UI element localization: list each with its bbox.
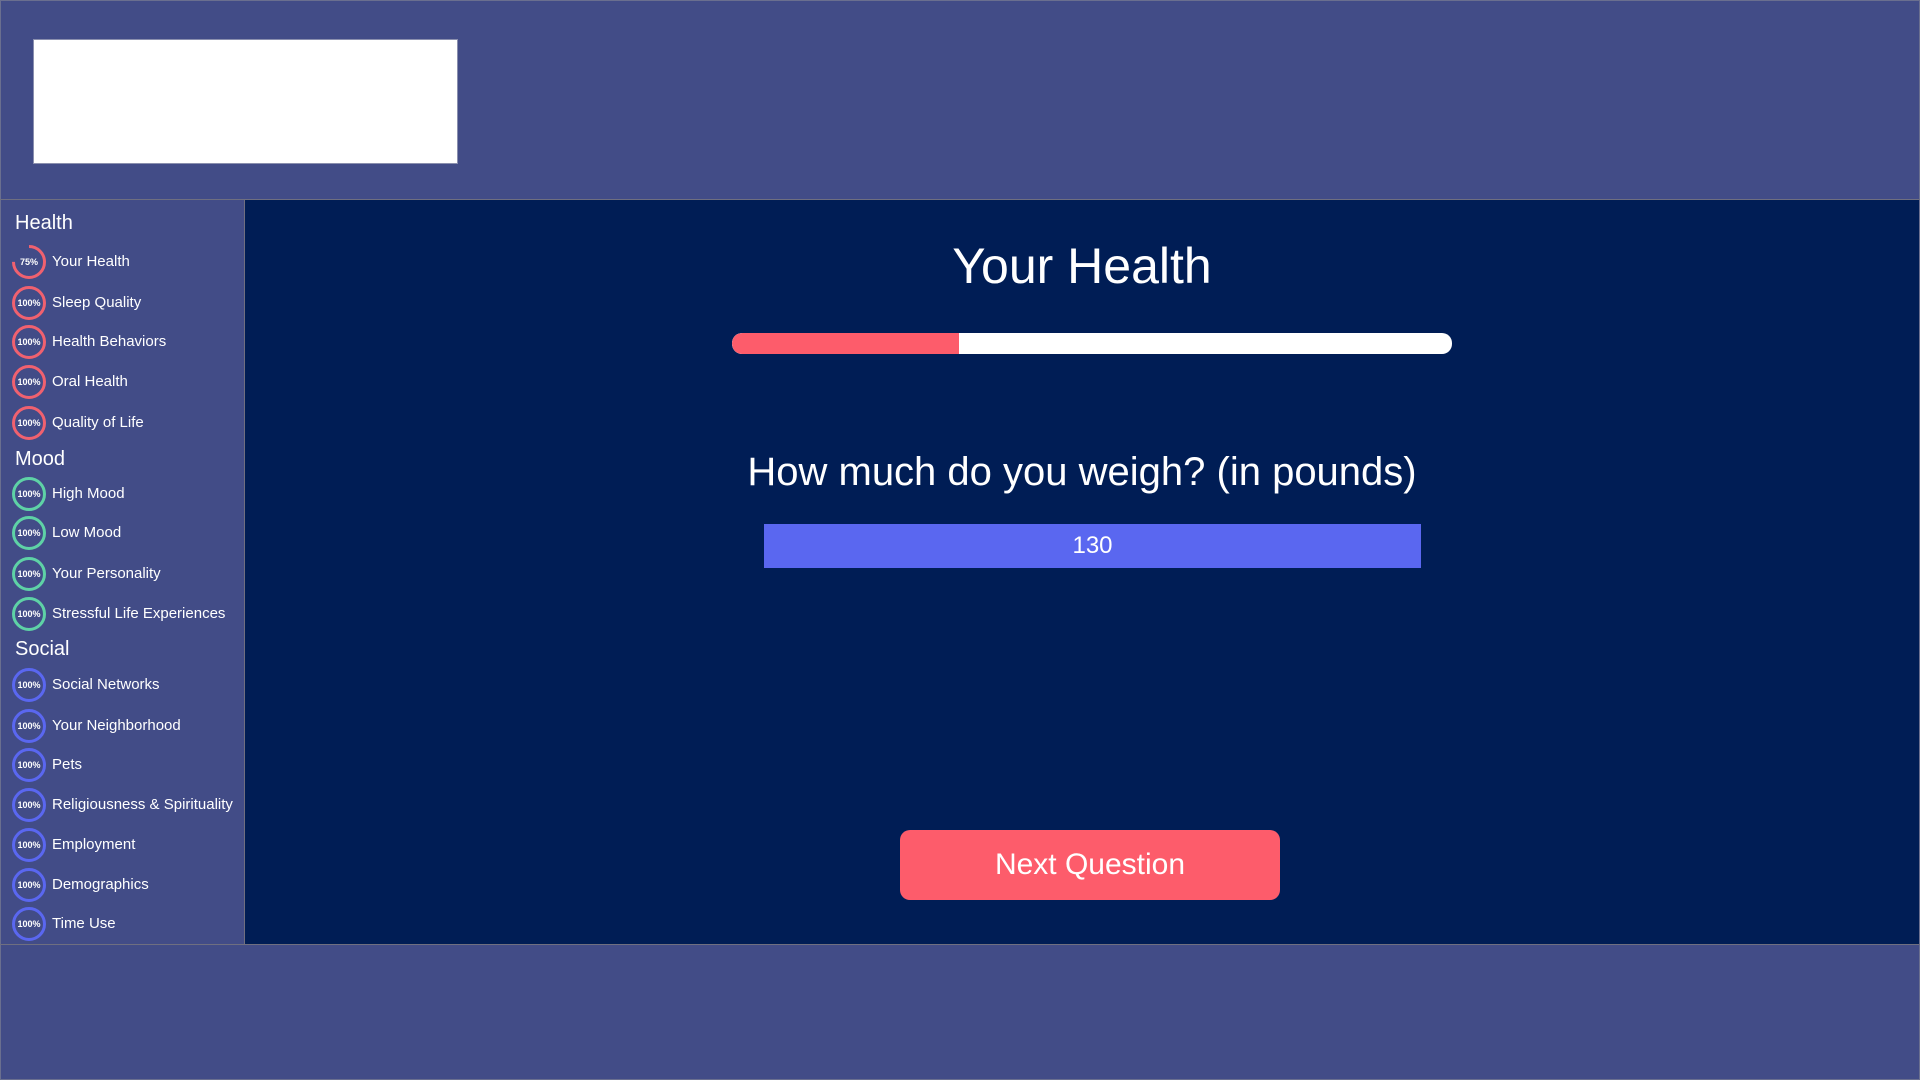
section-progress-bar [732,333,1452,354]
progress-ring-icon: 100% [11,787,47,823]
sidebar-item-social-networks[interactable]: 100% Social Networks [11,667,243,703]
sidebar-item-label: Your Neighborhood [52,717,181,734]
progress-ring-icon: 100% [11,476,47,512]
sidebar-section-title-health: Health [15,212,73,234]
sidebar-item-label: Low Mood [52,524,122,541]
progress-ring-icon: 100% [11,667,47,703]
progress-ring-percent: 100% [17,919,41,929]
sidebar-item-label: Employment [52,836,136,853]
progress-ring-percent: 100% [17,418,41,428]
sidebar-item-label: Time Use [52,915,116,932]
sidebar-item-employment[interactable]: 100% Employment [11,827,243,863]
sidebar-item-label: Health Behaviors [52,333,167,350]
progress-ring-icon: 100% [11,556,47,592]
sidebar-item-religiousness-spirituality[interactable]: 100% Religiousness & Spirituality [11,787,243,823]
sidebar-item-oral-health[interactable]: 100% Oral Health [11,364,243,400]
question-text: How much do you weigh? (in pounds) [747,450,1417,494]
sidebar-item-label: Your Health [52,253,130,270]
question-panel: Your Health How much do you weigh? (in p… [245,200,1919,944]
sidebar-section-title-mood: Mood [15,448,66,470]
progress-ring-percent: 100% [17,569,41,579]
progress-ring-percent: 100% [17,337,41,347]
sidebar: Health 75% Your Health 100% Sleep Quality 100… [1,200,245,944]
sidebar-item-label: Quality of Life [52,414,144,431]
sidebar-item-low-mood[interactable]: 100% Low Mood [11,515,243,551]
progress-ring-icon: 100% [11,827,47,863]
progress-ring-percent: 100% [17,528,41,538]
sidebar-item-your-health[interactable]: 75% Your Health [11,244,243,280]
weight-input[interactable] [764,524,1421,568]
progress-ring-icon: 100% [11,906,47,942]
progress-ring-icon: 100% [11,515,47,551]
sidebar-item-label: Demographics [52,876,149,893]
progress-ring-percent: 100% [17,298,41,308]
progress-ring-percent: 100% [17,609,41,619]
sidebar-item-time-use[interactable]: 100% Time Use [11,906,243,942]
sidebar-item-label: High Mood [52,485,125,502]
page-title: Your Health [952,238,1212,294]
sidebar-item-quality-of-life[interactable]: 100% Quality of Life [11,405,243,441]
sidebar-item-health-behaviors[interactable]: 100% Health Behaviors [11,324,243,360]
next-question-button[interactable]: Next Question [900,830,1280,900]
sidebar-item-stressful-life-experiences[interactable]: 100% Stressful Life Experiences [11,596,243,632]
footer-divider [0,944,1920,945]
progress-ring-icon: 100% [11,867,47,903]
progress-ring-percent: 75% [19,257,38,267]
sidebar-item-your-neighborhood[interactable]: 100% Your Neighborhood [11,708,243,744]
sidebar-item-your-personality[interactable]: 100% Your Personality [11,556,243,592]
sidebar-item-label: Stressful Life Experiences [52,605,226,622]
progress-ring-icon: 100% [11,324,47,360]
progress-ring-icon: 100% [11,708,47,744]
progress-ring-percent: 100% [17,680,41,690]
sidebar-item-pets[interactable]: 100% Pets [11,747,243,783]
sidebar-item-label: Oral Health [52,373,128,390]
progress-ring-percent: 100% [17,489,41,499]
sidebar-item-demographics[interactable]: 100% Demographics [11,867,243,903]
progress-ring-percent: 100% [17,760,41,770]
sidebar-item-label: Pets [52,756,83,773]
progress-ring-percent: 100% [17,721,41,731]
sidebar-item-label: Social Networks [52,676,160,693]
progress-ring-percent: 100% [17,800,41,810]
progress-ring-icon: 75% [11,244,47,280]
sidebar-item-label: Sleep Quality [52,294,142,311]
progress-ring-icon: 100% [11,405,47,441]
progress-ring-icon: 100% [11,596,47,632]
progress-ring-icon: 100% [11,747,47,783]
progress-ring-icon: 100% [11,285,47,321]
sidebar-item-sleep-quality[interactable]: 100% Sleep Quality [11,285,243,321]
sidebar-section-title-social: Social [15,638,70,660]
progress-ring-percent: 100% [17,840,41,850]
progress-ring-percent: 100% [17,880,41,890]
progress-ring-percent: 100% [17,377,41,387]
logo-placeholder [33,39,458,164]
section-progress-fill [732,333,959,354]
sidebar-item-high-mood[interactable]: 100% High Mood [11,476,243,512]
sidebar-item-label: Your Personality [52,565,161,582]
progress-ring-icon: 100% [11,364,47,400]
sidebar-item-label: Religiousness & Spirituality [52,796,233,813]
